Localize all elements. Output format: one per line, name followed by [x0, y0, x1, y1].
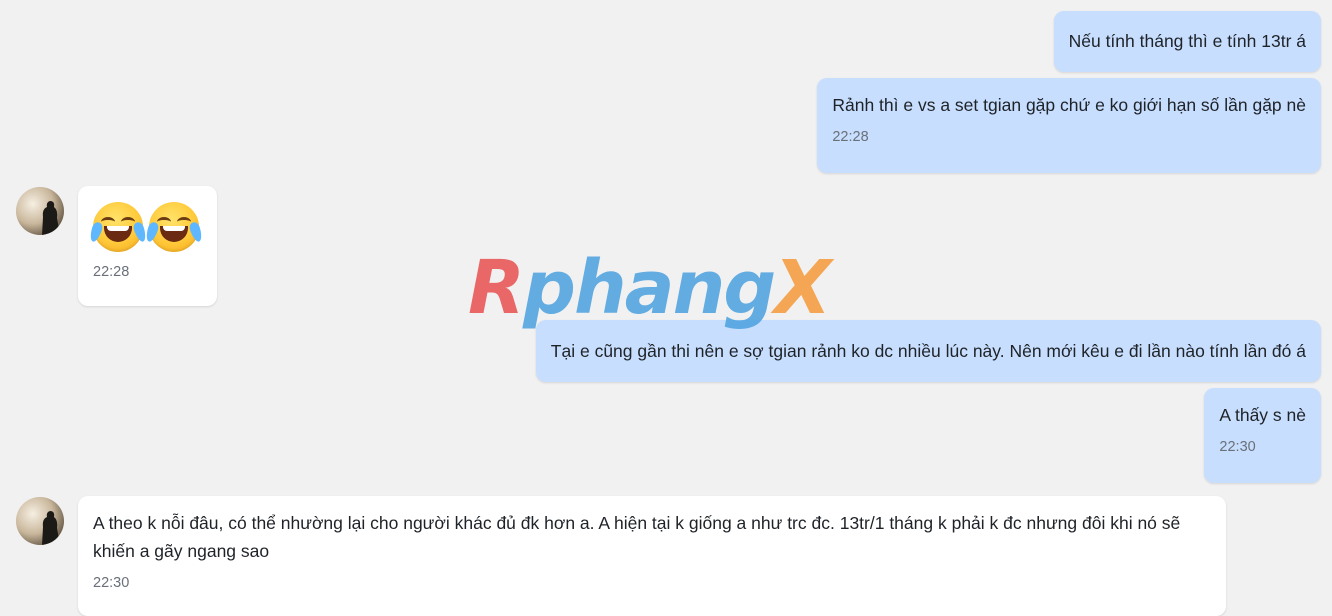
- avatar[interactable]: [16, 497, 64, 545]
- message-timestamp: 22:30: [1219, 439, 1256, 455]
- message-bubble-outgoing[interactable]: Rảnh thì e vs a set tgian gặp chứ e ko g…: [817, 78, 1321, 173]
- message-text: Rảnh thì e vs a set tgian gặp chứ e ko g…: [832, 95, 1306, 115]
- message-text: A thấy s nè: [1219, 405, 1306, 425]
- message-bubble-outgoing[interactable]: A thấy s nè 22:30: [1204, 388, 1321, 483]
- message-timestamp: 22:28: [93, 264, 130, 280]
- avatar[interactable]: [16, 187, 64, 235]
- message-timestamp: 22:28: [832, 129, 869, 145]
- message-bubble-outgoing[interactable]: Nếu tính tháng thì e tính 13tr á: [1053, 11, 1321, 72]
- face-with-tears-of-joy-icon: [88, 202, 148, 252]
- message-bubble-incoming[interactable]: 22:28: [78, 186, 217, 306]
- message-bubble-outgoing[interactable]: Tại e cũng gần thi nên e sợ tgian rảnh k…: [535, 320, 1321, 382]
- message-bubble-incoming[interactable]: A theo k nỗi đâu, có thể nhường lại cho …: [78, 496, 1226, 616]
- watermark-logo: RphangX: [468, 245, 831, 331]
- message-text: A theo k nỗi đâu, có thể nhường lại cho …: [93, 513, 1181, 561]
- emoji-row: [88, 202, 204, 252]
- message-timestamp: 22:30: [93, 575, 130, 591]
- message-text: Tại e cũng gần thi nên e sợ tgian rảnh k…: [550, 341, 1306, 361]
- message-text: Nếu tính tháng thì e tính 13tr á: [1068, 31, 1306, 51]
- face-with-tears-of-joy-icon: [144, 202, 204, 252]
